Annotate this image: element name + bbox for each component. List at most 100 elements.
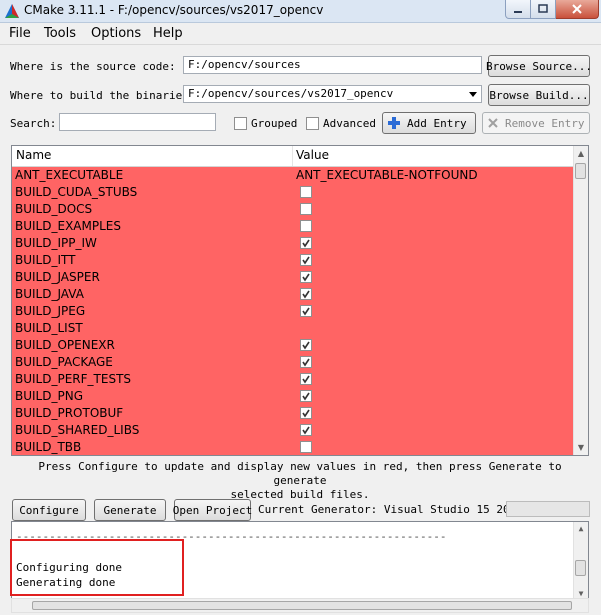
add-entry-button[interactable]: Add Entry: [382, 112, 476, 134]
row-checkbox-checked[interactable]: [300, 288, 312, 300]
table-row[interactable]: BUILD_CUDA_STUBS: [12, 184, 575, 201]
source-path-field[interactable]: F:/opencv/sources: [183, 56, 482, 74]
generate-button[interactable]: Generate: [94, 499, 166, 521]
grouped-label: Grouped: [251, 117, 298, 130]
row-name: BUILD_PROTOBUF: [15, 406, 124, 420]
output-vertical-scrollbar[interactable]: ▲ ▼: [573, 522, 588, 600]
output-scrollbar-thumb[interactable]: [575, 560, 586, 576]
table-row[interactable]: BUILD_JPEG: [12, 303, 575, 320]
browse-build-button[interactable]: Browse Build...: [488, 84, 590, 106]
row-checkbox-checked[interactable]: [300, 237, 312, 249]
close-icon: [572, 4, 582, 14]
row-name: ANT_EXECUTABLE: [15, 168, 124, 182]
row-name: BUILD_IPP_IW: [15, 236, 97, 250]
output-hscroll-thumb[interactable]: [32, 601, 572, 610]
minimize-icon: [514, 11, 522, 13]
chevron-down-icon[interactable]: [465, 85, 481, 103]
table-vertical-scrollbar[interactable]: ▲ ▼: [573, 146, 588, 455]
row-name: BUILD_JPEG: [15, 304, 86, 318]
menu-help[interactable]: Help: [153, 26, 183, 41]
output-scroll-up-icon[interactable]: ▲: [574, 524, 588, 533]
row-value[interactable]: ANT_EXECUTABLE-NOTFOUND: [296, 168, 478, 182]
table-row[interactable]: BUILD_JASPER: [12, 269, 575, 286]
row-name: BUILD_DOCS: [15, 202, 93, 216]
current-generator-text: Current Generator: Visual Studio 15 2017: [258, 503, 523, 516]
search-input[interactable]: [59, 113, 216, 131]
row-name: BUILD_TBB: [15, 440, 82, 454]
menu-file[interactable]: File: [9, 26, 31, 41]
scroll-up-icon[interactable]: ▲: [574, 146, 588, 161]
remove-entry-label: Remove Entry: [505, 116, 585, 130]
row-checkbox-checked[interactable]: [300, 254, 312, 266]
row-checkbox-checked[interactable]: [300, 305, 312, 317]
row-checkbox[interactable]: [300, 441, 312, 453]
table-row[interactable]: ANT_EXECUTABLE ANT_EXECUTABLE-NOTFOUND: [12, 167, 575, 184]
menu-options[interactable]: Options: [91, 26, 141, 41]
column-value-header[interactable]: Value: [296, 148, 329, 162]
output-scroll-down-icon[interactable]: ▼: [574, 589, 588, 598]
table-row[interactable]: BUILD_SHARED_LIBS: [12, 422, 575, 439]
row-name: BUILD_PERF_TESTS: [15, 372, 132, 386]
row-name: BUILD_OPENEXR: [15, 338, 115, 352]
table-row[interactable]: BUILD_IPP_IW: [12, 235, 575, 252]
table-row[interactable]: BUILD_OPENEXR: [12, 337, 575, 354]
row-checkbox-checked[interactable]: [300, 407, 312, 419]
row-name: BUILD_ITT: [15, 253, 76, 267]
cache-table: Name Value ANT_EXECUTABLE ANT_EXECUTABLE-…: [11, 145, 589, 456]
table-row[interactable]: BUILD_EXAMPLES: [12, 218, 575, 235]
table-row[interactable]: BUILD_LIST: [12, 320, 575, 337]
row-name: BUILD_LIST: [15, 321, 83, 335]
title-bar: CMake 3.11.1 - F:/opencv/sources/vs2017_…: [0, 0, 601, 23]
open-project-button[interactable]: Open Project: [173, 499, 252, 521]
table-row[interactable]: BUILD_PACKAGE: [12, 354, 575, 371]
row-checkbox[interactable]: [300, 203, 312, 215]
output-horizontal-scrollbar[interactable]: [11, 598, 589, 613]
row-checkbox[interactable]: [300, 186, 312, 198]
row-checkbox-checked[interactable]: [300, 339, 312, 351]
column-name-header[interactable]: Name: [16, 148, 51, 162]
window-title: CMake 3.11.1 - F:/opencv/sources/vs2017_…: [24, 3, 324, 17]
menu-tools[interactable]: Tools: [44, 26, 76, 41]
menu-bar: File Tools Options Help: [0, 23, 601, 45]
row-checkbox-checked[interactable]: [300, 271, 312, 283]
row-name: BUILD_JASPER: [15, 270, 100, 284]
scroll-down-icon[interactable]: ▼: [574, 440, 588, 455]
scrollbar-thumb[interactable]: [575, 163, 586, 179]
plus-icon: [388, 117, 400, 129]
row-checkbox-checked[interactable]: [300, 390, 312, 402]
search-label: Search:: [10, 117, 57, 130]
row-checkbox[interactable]: [300, 220, 312, 232]
table-row[interactable]: BUILD_PERF_TESTS: [12, 371, 575, 388]
table-row[interactable]: BUILD_PNG: [12, 388, 575, 405]
progress-bar: [506, 501, 590, 517]
table-row[interactable]: BUILD_TBB: [12, 439, 575, 455]
add-entry-label: Add Entry: [407, 116, 467, 130]
row-name: BUILD_JAVA: [15, 287, 84, 301]
table-row[interactable]: BUILD_JAVA: [12, 286, 575, 303]
advanced-checkbox[interactable]: [306, 117, 319, 130]
build-path-combo[interactable]: F:/opencv/sources/vs2017_opencv: [183, 85, 482, 103]
row-name: BUILD_EXAMPLES: [15, 219, 121, 233]
table-header: Name Value: [12, 146, 575, 167]
row-name: BUILD_PACKAGE: [15, 355, 113, 369]
maximize-button[interactable]: [531, 0, 556, 19]
table-rows: ANT_EXECUTABLE ANT_EXECUTABLE-NOTFOUND BUI…: [12, 167, 575, 455]
table-row[interactable]: BUILD_PROTOBUF: [12, 405, 575, 422]
row-checkbox-checked[interactable]: [300, 373, 312, 385]
configure-button[interactable]: Configure: [12, 499, 86, 521]
row-checkbox-checked[interactable]: [300, 356, 312, 368]
row-name: BUILD_CUDA_STUBS: [15, 185, 138, 199]
row-name: BUILD_PNG: [15, 389, 83, 403]
advanced-label: Advanced: [323, 117, 376, 130]
minimize-button[interactable]: [505, 0, 531, 19]
row-checkbox-checked[interactable]: [300, 424, 312, 436]
column-divider[interactable]: [292, 146, 293, 166]
cmake-logo-icon: [5, 4, 19, 18]
remove-entry-button[interactable]: Remove Entry: [482, 112, 590, 134]
configure-notice: Press Configure to update and display ne…: [11, 460, 589, 502]
browse-source-button[interactable]: Browse Source...: [486, 55, 592, 77]
table-row[interactable]: BUILD_ITT: [12, 252, 575, 269]
table-row[interactable]: BUILD_DOCS: [12, 201, 575, 218]
close-button[interactable]: [556, 0, 599, 19]
grouped-checkbox[interactable]: [234, 117, 247, 130]
